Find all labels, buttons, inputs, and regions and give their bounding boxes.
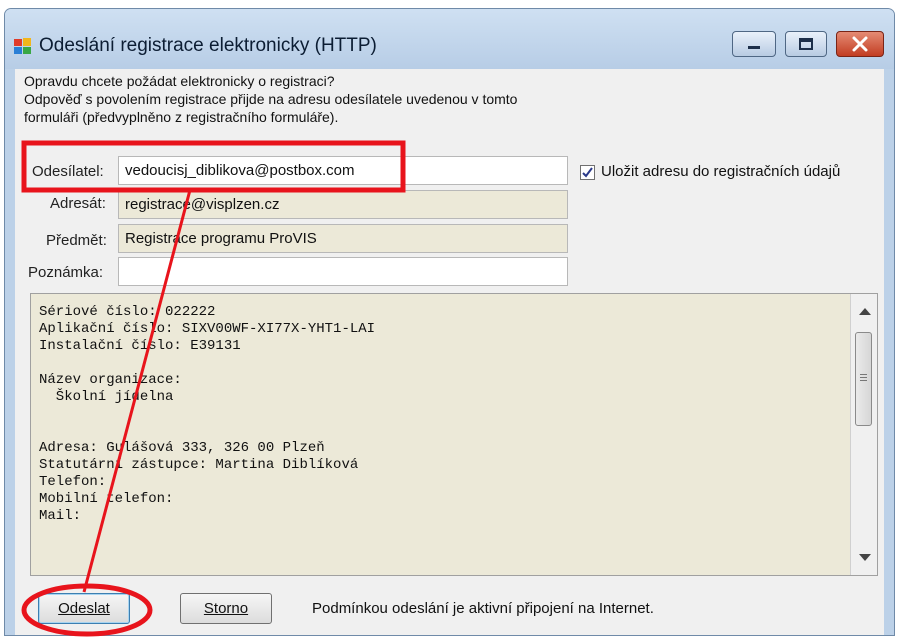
recipient-label: Adresát: [50,195,106,212]
send-button-label: Odeslat [58,600,110,617]
note-field[interactable] [118,257,568,286]
intro-line-1: Opravdu chcete požádat elektronicky o re… [24,73,335,89]
recipient-field: registrace@visplzen.cz [118,190,568,219]
maximize-button[interactable] [785,31,827,57]
cancel-button-label: Storno [203,600,249,617]
checkmark-icon [582,167,593,178]
scroll-thumb[interactable] [855,332,872,426]
save-address-checkbox[interactable] [580,165,595,180]
sender-label: Odesílatel: [32,163,104,180]
note-label: Poznámka: [28,264,104,281]
title-bar[interactable]: Odeslání registrace elektronicky (HTTP) [5,9,894,69]
close-button[interactable] [836,31,884,57]
scroll-down-arrow-icon[interactable] [859,554,871,561]
app-icon [14,38,31,54]
maximize-icon [799,38,813,50]
window-title: Odeslání registrace elektronicky (HTTP) [39,35,377,56]
scroll-up-arrow-icon[interactable] [859,308,871,315]
save-address-label[interactable]: Uložit adresu do registračních údajů [601,163,840,180]
send-button[interactable]: Odeslat [38,593,130,624]
sender-field[interactable]: vedoucisj_diblikova@postbox.com [118,156,568,185]
cancel-button[interactable]: Storno [180,593,272,624]
close-icon [852,36,868,52]
summary-textarea[interactable]: Sériové číslo: 022222 Aplikační číslo: S… [30,293,878,576]
vertical-scrollbar[interactable] [850,294,877,575]
summary-text: Sériové číslo: 022222 Aplikační číslo: S… [39,304,376,524]
subject-field: Registrace programu ProVIS [118,224,568,253]
intro-line-2: Odpověď s povolením registrace přijde na… [24,91,518,107]
minimize-icon [748,46,760,49]
subject-label: Předmět: [46,232,107,249]
intro-line-3: formuláři (předvyplněno z registračního … [24,109,339,125]
status-text: Podmínkou odeslání je aktivní připojení … [312,600,654,617]
minimize-button[interactable] [732,31,776,57]
intro-text: Opravdu chcete požádat elektronicky o re… [24,72,517,126]
